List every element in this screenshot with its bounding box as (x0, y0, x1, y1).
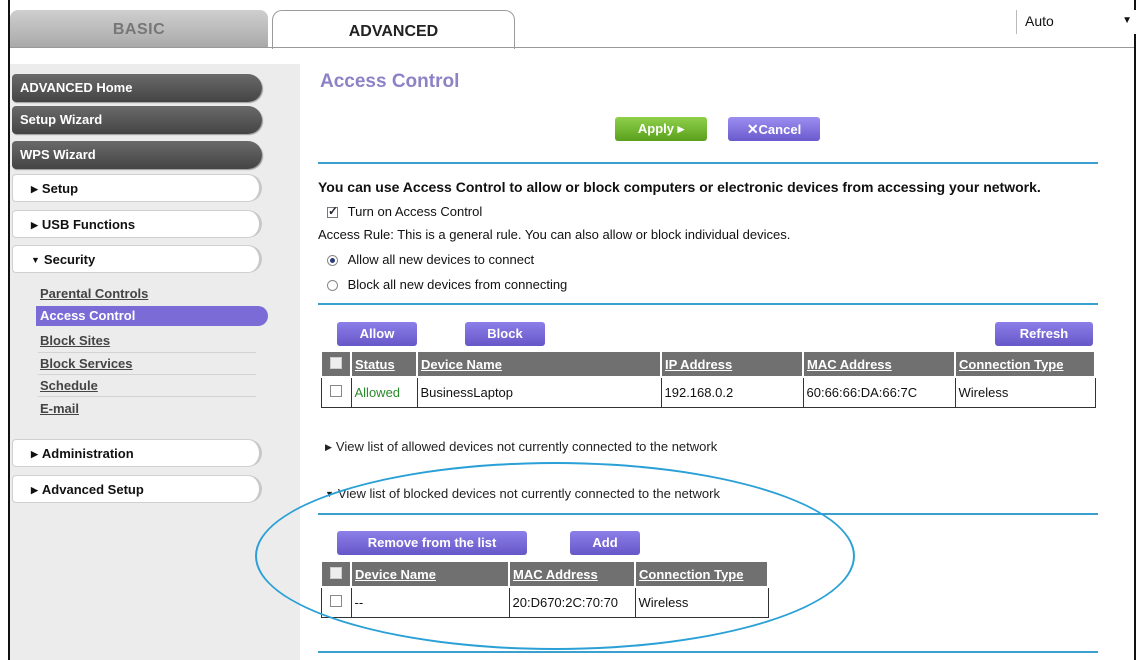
select-all-cell (320, 350, 352, 378)
sidebar-item-parental-controls[interactable]: Parental Controls (38, 283, 258, 305)
divider (318, 651, 1098, 653)
status-cell: Allowed (350, 376, 418, 408)
nav-setup-wizard[interactable]: Setup Wizard (12, 106, 262, 134)
radio-block-row: Block all new devices from connecting (327, 277, 567, 292)
triangle-right-icon: ▶ (31, 184, 38, 194)
nav-setup-label: Setup (41, 181, 79, 196)
close-icon: ✕ (746, 121, 759, 137)
cancel-button[interactable]: ✕Cancel (728, 117, 820, 141)
tab-underline (10, 47, 1134, 48)
triangle-down-icon: ▼ (31, 255, 40, 265)
language-select-value: Auto (1025, 13, 1054, 29)
sidebar-item-block-sites[interactable]: Block Sites (38, 330, 258, 352)
row-checkbox-cell (320, 376, 352, 408)
mac-cell: 60:66:66:DA:66:7C (802, 376, 956, 408)
col-mac-address[interactable]: MAC Address (802, 350, 956, 378)
ip-cell: 192.168.0.2 (660, 376, 804, 408)
highlight-ellipse (255, 462, 855, 650)
triangle-right-icon: ▶ (31, 449, 38, 459)
turn-on-row: Turn on Access Control (327, 204, 482, 219)
nav-setup[interactable]: ▶ Setup (12, 174, 262, 202)
triangle-right-icon: ▶ (31, 485, 38, 495)
sidebar: ADVANCED Home Setup Wizard WPS Wizard ▶ S… (10, 64, 300, 660)
divider (318, 162, 1098, 164)
nav-advanced-setup[interactable]: ▶ Advanced Setup (12, 475, 262, 503)
col-connection-type[interactable]: Connection Type (954, 350, 1096, 378)
tab-advanced[interactable]: ADVANCED (272, 10, 515, 49)
nav-security-label: Security (43, 252, 96, 267)
turn-on-checkbox[interactable] (327, 204, 338, 219)
language-select[interactable]: Auto ▼ (1016, 10, 1138, 34)
radio-allow[interactable] (327, 255, 338, 267)
sidebar-item-schedule[interactable]: Schedule (38, 375, 258, 397)
devices-table: Status Device Name IP Address MAC Addres… (320, 350, 1096, 408)
divider (38, 396, 256, 397)
nav-usb-functions[interactable]: ▶ USB Functions (12, 210, 262, 238)
turn-on-label: Turn on Access Control (347, 204, 483, 219)
radio-allow-label: Allow all new devices to connect (347, 252, 535, 267)
select-all-checkbox[interactable] (330, 356, 342, 369)
page-title: Access Control (320, 71, 460, 92)
col-device-name[interactable]: Device Name (416, 350, 662, 378)
cancel-label: Cancel (758, 122, 802, 137)
table-row: Allowed BusinessLaptop 192.168.0.2 60:66… (320, 376, 1096, 408)
nav-advanced-home[interactable]: ADVANCED Home (12, 74, 262, 102)
nav-wps-wizard[interactable]: WPS Wizard (12, 141, 262, 169)
nav-administration[interactable]: ▶ Administration (12, 439, 262, 467)
refresh-button[interactable]: Refresh (995, 322, 1093, 346)
triangle-right-icon: ▶ (31, 220, 38, 230)
block-button[interactable]: Block (465, 322, 545, 346)
divider (318, 303, 1098, 305)
nav-usb-functions-label: USB Functions (41, 217, 136, 232)
view-allowed-label: View list of allowed devices not current… (335, 439, 718, 454)
col-ip-address[interactable]: IP Address (660, 350, 804, 378)
allow-button[interactable]: Allow (337, 322, 417, 346)
nav-administration-label: Administration (41, 446, 134, 461)
tab-basic[interactable]: BASIC (10, 10, 268, 47)
radio-allow-row: Allow all new devices to connect (327, 252, 534, 267)
connection-cell: Wireless (954, 376, 1096, 408)
intro-text: You can use Access Control to allow or b… (318, 179, 1041, 195)
access-rule-text: Access Rule: This is a general rule. You… (318, 227, 791, 242)
col-status[interactable]: Status (350, 350, 418, 378)
chevron-down-icon: ▼ (1122, 15, 1132, 26)
triangle-right-icon: ▶ (325, 442, 332, 452)
nav-advanced-setup-label: Advanced Setup (41, 482, 144, 497)
sidebar-item-email[interactable]: E-mail (38, 398, 258, 420)
row-checkbox[interactable] (330, 384, 342, 397)
nav-security[interactable]: ▼ Security (12, 245, 262, 273)
radio-block-label: Block all new devices from connecting (347, 277, 568, 292)
radio-block[interactable] (327, 280, 338, 292)
device-name-cell: BusinessLaptop (416, 376, 662, 408)
table-header-row: Status Device Name IP Address MAC Addres… (320, 350, 1096, 378)
sidebar-item-access-control[interactable]: Access Control (36, 306, 268, 326)
sidebar-item-block-services[interactable]: Block Services (38, 353, 258, 375)
view-allowed-toggle[interactable]: ▶ View list of allowed devices not curren… (325, 439, 717, 454)
apply-button[interactable]: Apply ▸ (615, 117, 707, 141)
